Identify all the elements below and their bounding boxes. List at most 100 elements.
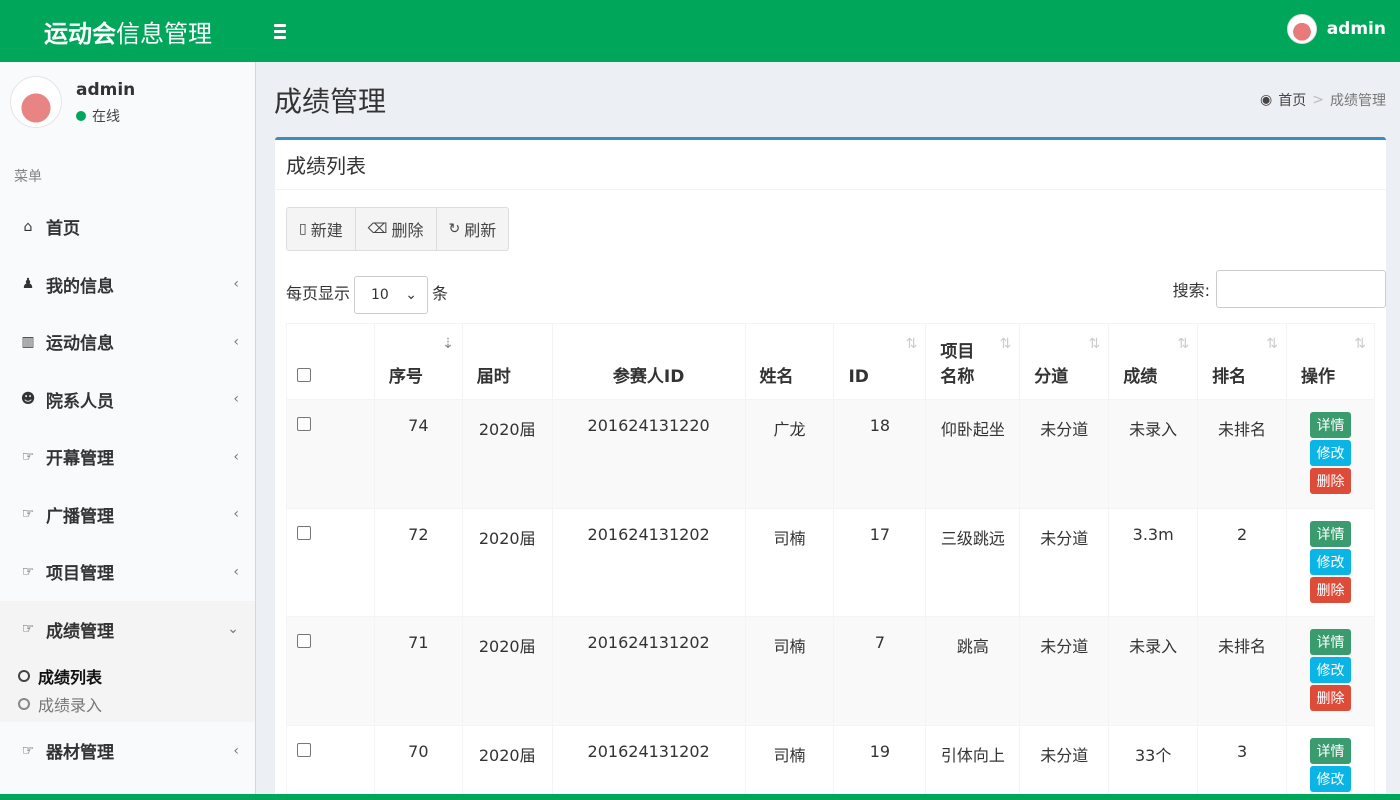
detail-button[interactable]: 详情 [1310, 629, 1351, 655]
column-label: 成绩 [1123, 367, 1158, 387]
content-header: 成绩管理 ◉ 首页 > 成绩管理 [257, 62, 1400, 137]
column-label: 项目名称 [940, 342, 975, 387]
row-delete-button[interactable]: 删除 [1310, 576, 1351, 603]
table-row[interactable]: 70 2020届 201624131202 司楠 19 引体向上 未分道 33个… [286, 724, 1375, 800]
new-button[interactable]: ▯ 新建 [287, 208, 356, 250]
sidebar-item-equipment[interactable]: ☞ 器材管理 ‹ [0, 722, 255, 780]
sidebar-item-my-info[interactable]: ♟ 我的信息 ‹ [0, 256, 255, 314]
edit-button[interactable]: 修改 [1310, 440, 1351, 466]
column-header-rank[interactable]: ⇅ 排名 [1197, 323, 1288, 400]
hand-pointer-icon: ☞ [21, 742, 35, 759]
column-label: 排名 [1212, 367, 1247, 387]
delete-button[interactable]: ⌫ 删除 [356, 208, 437, 250]
breadcrumb-current: 成绩管理 [1330, 92, 1386, 109]
sidebar-item-broadcast[interactable]: ☞ 广播管理 ‹ [0, 486, 255, 544]
circle-icon [18, 698, 30, 710]
breadcrumb-home-link[interactable]: 首页 [1278, 90, 1306, 110]
hand-pointer-icon: ☞ [21, 563, 35, 580]
detail-button[interactable]: 详情 [1310, 412, 1351, 438]
table-row[interactable]: 72 2020届 201624131202 司楠 17 三级跳远 未分道 3.3… [286, 507, 1375, 617]
cell-participant-id: 201624131202 [551, 507, 746, 617]
cell-seq: 74 [373, 399, 463, 509]
sidebar-item-scores[interactable]: ☞ 成绩管理 ⌄ [0, 600, 255, 658]
hand-pointer-icon: ☞ [21, 621, 35, 638]
status-badge: 在线 [76, 106, 135, 126]
row-checkbox[interactable] [297, 634, 311, 648]
column-header-session[interactable]: 届时 [461, 323, 553, 400]
row-checkbox[interactable] [297, 417, 311, 431]
home-icon: ⌂ [23, 218, 33, 235]
column-header-participant-id[interactable]: 参赛人ID [551, 323, 746, 400]
page-length-control: 每页显示 10 ⌄ 条 [286, 270, 448, 314]
top-navbar: 运动会 信息管理 admin [0, 0, 1400, 62]
cell-score: 未录入 [1108, 616, 1199, 726]
cell-event: 跳高 [925, 616, 1021, 726]
sidebar-item-label: 器材管理 [46, 743, 114, 764]
cell-actions: 详情 修改 删除 [1286, 724, 1375, 800]
sidebar-item-label: 项目管理 [46, 564, 114, 585]
column-header-score[interactable]: ⇅ 成绩 [1108, 323, 1199, 400]
sidebar-item-label: 运动信息 [46, 334, 114, 355]
brand-rest: 信息管理 [116, 19, 212, 48]
sidebar-item-opening[interactable]: ☞ 开幕管理 ‹ [0, 428, 255, 486]
table-row[interactable]: 71 2020届 201624131202 司楠 7 跳高 未分道 未录入 未排… [286, 616, 1375, 726]
edit-button[interactable]: 修改 [1310, 765, 1351, 792]
breadcrumb: ◉ 首页 > 成绩管理 [1260, 90, 1386, 110]
chevron-left-icon: ‹ [233, 276, 239, 293]
cell-id: 7 [833, 616, 927, 726]
search-control: 搜索: [1173, 270, 1386, 308]
user-panel: admin 在线 [0, 62, 255, 150]
main-content: 成绩管理 ◉ 首页 > 成绩管理 成绩列表 ▯ 新建 ⌫ 删除 ↻ 刷新 每页显… [257, 62, 1400, 800]
sidebar-toggle-icon[interactable] [274, 23, 294, 39]
row-checkbox[interactable] [297, 525, 311, 540]
user-menu[interactable]: admin [1286, 14, 1386, 44]
detail-button[interactable]: 详情 [1310, 520, 1351, 547]
edit-button[interactable]: 修改 [1310, 548, 1351, 575]
row-delete-button[interactable]: 删除 [1310, 468, 1351, 494]
chevron-left-icon: ‹ [233, 448, 239, 465]
column-header-lane[interactable]: ⇅ 分道 [1019, 323, 1110, 400]
cell-actions: 详情 修改 删除 [1286, 616, 1375, 726]
column-header-seq[interactable]: ⇣ 序号 [373, 323, 463, 400]
row-select-cell [286, 724, 375, 800]
column-label: 姓名 [759, 367, 794, 387]
column-label: 参赛人ID [612, 367, 685, 387]
header-username: admin [1326, 19, 1386, 39]
cell-id: 18 [833, 399, 927, 509]
column-header-name[interactable]: 姓名 [744, 323, 835, 400]
column-header-actions[interactable]: ⇅ 操作 [1286, 323, 1375, 400]
column-header-event[interactable]: ⇅ 项目名称 [925, 323, 1021, 400]
sidebar-item-events[interactable]: ☞ 项目管理 ‹ [0, 543, 255, 601]
row-delete-button[interactable]: 删除 [1310, 685, 1351, 711]
sidebar-item-home[interactable]: ⌂ 首页 [0, 198, 255, 256]
chevron-left-icon: ‹ [233, 506, 239, 523]
refresh-button[interactable]: ↻ 刷新 [437, 208, 509, 250]
cell-score: 33个 [1108, 724, 1199, 800]
sidebar-item-label: 院系人员 [46, 391, 114, 412]
chevron-down-icon: ⌄ [227, 621, 239, 638]
sort-desc-icon: ⇣ [442, 336, 454, 352]
avatar [1286, 14, 1317, 44]
select-all-checkbox[interactable] [297, 368, 311, 382]
cell-rank: 2 [1197, 507, 1288, 617]
file-icon: ▯ [299, 221, 307, 237]
cell-participant-id: 201624131220 [551, 399, 746, 509]
chevron-left-icon: ‹ [233, 333, 239, 350]
edit-button[interactable]: 修改 [1310, 657, 1351, 683]
row-checkbox[interactable] [297, 742, 311, 757]
header-select-all [286, 323, 375, 400]
search-input[interactable] [1216, 270, 1386, 308]
table-row[interactable]: 74 2020届 201624131220 广龙 18 仰卧起坐 未分道 未录入… [286, 399, 1375, 509]
submenu-item-label: 成绩列表 [38, 668, 103, 687]
search-label: 搜索: [1172, 281, 1210, 300]
column-header-id[interactable]: ⇅ ID [833, 323, 927, 400]
page-length-value: 10 [371, 287, 389, 303]
submenu-item-score-entry[interactable]: 成绩录入 [18, 690, 255, 718]
detail-button[interactable]: 详情 [1310, 737, 1351, 764]
page-length-select[interactable]: 10 ⌄ [354, 276, 429, 314]
sidebar-item-department-staff[interactable]: ☻ 院系人员 ‹ [0, 371, 255, 429]
cell-event: 仰卧起坐 [925, 399, 1021, 509]
sidebar-item-sports-info[interactable]: ▥ 运动信息 ‹ [0, 313, 255, 371]
app-logo[interactable]: 运动会 信息管理 [0, 0, 256, 62]
submenu-item-score-list[interactable]: 成绩列表 [18, 662, 255, 690]
